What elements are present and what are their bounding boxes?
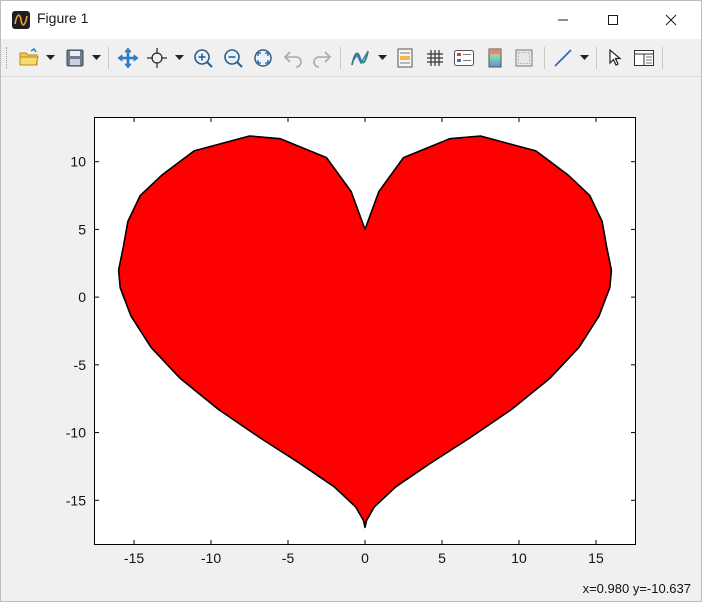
toolbar-separator: [662, 47, 663, 69]
maximize-button[interactable]: [590, 1, 636, 39]
plot-style-dropdown[interactable]: [376, 45, 388, 71]
save-button[interactable]: [62, 45, 88, 71]
line-dropdown[interactable]: [578, 45, 590, 71]
grid-button[interactable]: [422, 45, 448, 71]
toolbar-separator: [108, 47, 109, 69]
y-tick-label: -15: [66, 492, 86, 508]
pan-arrows-icon: [117, 47, 139, 69]
x-tick-label: 0: [361, 550, 369, 566]
properties-button[interactable]: [631, 45, 657, 71]
line-button[interactable]: [550, 45, 576, 71]
colorbar-button[interactable]: [482, 45, 508, 71]
zoom-fit-icon: [254, 49, 272, 67]
data-cursor-dropdown[interactable]: [173, 45, 185, 71]
colorbar-icon: [488, 48, 502, 68]
redo-button[interactable]: [309, 45, 335, 71]
figure-canvas[interactable]: -15 -10 -5 0 5 10 15 -15 -10 -5 0 5 10: [1, 78, 701, 578]
zoom-in-icon: [194, 49, 213, 68]
floppy-disk-icon: [66, 49, 84, 67]
x-tick-label: -15: [124, 550, 144, 566]
chevron-down-icon: [377, 55, 387, 60]
open-dropdown[interactable]: [44, 45, 56, 71]
y-tick-label: 10: [70, 154, 86, 170]
close-icon: [665, 14, 677, 26]
chevron-down-icon: [579, 55, 589, 60]
app-logo-icon: [12, 11, 30, 29]
x-tick-label: 10: [511, 550, 527, 566]
x-tick-label: 5: [438, 550, 446, 566]
minimize-button[interactable]: [540, 1, 586, 39]
properties-panel-icon: [634, 50, 654, 66]
window-title: Figure 1: [37, 10, 89, 26]
close-button[interactable]: [648, 1, 694, 39]
grid-icon: [427, 50, 443, 66]
chevron-down-icon: [91, 55, 101, 60]
y-tick-label: 5: [78, 221, 86, 237]
undo-icon: [283, 51, 302, 68]
figure-toolbar: [1, 39, 701, 77]
legend-button[interactable]: [451, 45, 477, 71]
zoom-fit-button[interactable]: [250, 45, 276, 71]
crosshair-icon: [147, 48, 167, 68]
cursor-coordinates: x=0.980 y=-10.637: [582, 581, 691, 596]
y-tick-label: 0: [78, 289, 86, 305]
toolbar-separator: [340, 47, 341, 69]
y-tick-label: -10: [66, 425, 86, 441]
pointer-arrow-icon: [609, 48, 622, 66]
chevron-down-icon: [174, 55, 184, 60]
open-folder-button[interactable]: [16, 45, 42, 71]
save-dropdown[interactable]: [90, 45, 102, 71]
zoom-out-icon: [224, 49, 243, 68]
undo-button[interactable]: [280, 45, 306, 71]
toolbar-separator: [596, 47, 597, 69]
zoom-in-button[interactable]: [190, 45, 216, 71]
insert-text-button[interactable]: [392, 45, 418, 71]
pan-button[interactable]: [115, 45, 141, 71]
zoom-out-button[interactable]: [220, 45, 246, 71]
text-box-icon: [397, 48, 413, 68]
select-button[interactable]: [602, 45, 628, 71]
toolbar-grip[interactable]: [6, 47, 9, 69]
x-tick-label: -10: [201, 550, 221, 566]
legend-icon: [454, 50, 474, 66]
line-icon: [554, 49, 572, 67]
minimize-icon: [558, 19, 568, 21]
x-tick-label: -5: [282, 550, 295, 566]
title-bar[interactable]: Figure 1: [1, 1, 701, 39]
folder-icon: [19, 48, 39, 66]
toolbar-separator: [544, 47, 545, 69]
data-cursor-button[interactable]: [144, 45, 170, 71]
redo-icon: [313, 51, 332, 68]
box-icon: [515, 49, 533, 67]
x-tick-label: 15: [588, 550, 604, 566]
plot-style-button[interactable]: [347, 45, 373, 71]
plot-style-icon: [351, 50, 369, 66]
y-tick-label: -5: [74, 357, 87, 373]
maximize-icon: [608, 15, 618, 25]
figure-window: Figure 1 -15 -10 -5 0 5 10 15 -15 -10 -5…: [0, 0, 702, 602]
chevron-down-icon: [45, 55, 55, 60]
box-button[interactable]: [511, 45, 537, 71]
